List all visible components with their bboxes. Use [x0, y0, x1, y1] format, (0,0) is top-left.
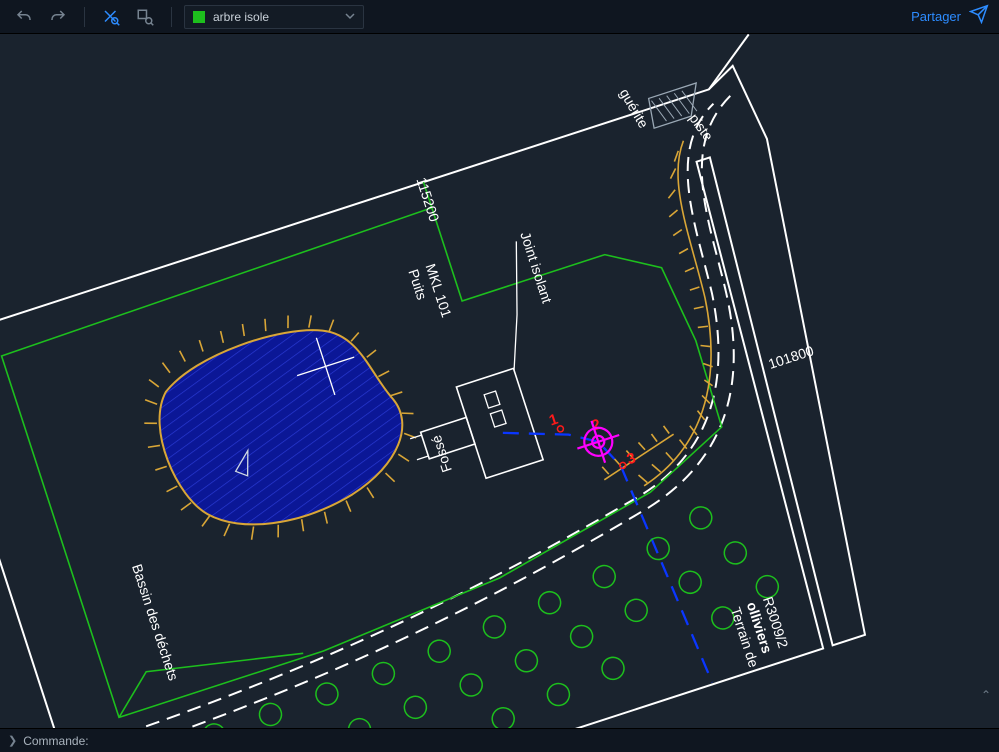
- toolbar-divider: [171, 7, 172, 27]
- label-fosse: Fossé: [428, 433, 455, 474]
- drawing-canvas[interactable]: 1 2 3: [0, 34, 999, 728]
- hatch-strip: [512, 141, 781, 497]
- marker-1: 1: [547, 410, 564, 434]
- label-guerite: guérite: [617, 86, 652, 131]
- chevron-down-icon: [345, 10, 355, 24]
- layer-color-swatch: [193, 11, 205, 23]
- label-piste: piste: [686, 110, 716, 144]
- svg-text:1: 1: [547, 411, 560, 430]
- label-bassin: Bassin des déchets: [129, 562, 182, 682]
- command-chevron-icon: ❯: [8, 734, 17, 748]
- layer-dropdown[interactable]: arbre isole: [184, 5, 364, 29]
- share-icon[interactable]: [969, 4, 989, 29]
- redo-button[interactable]: [44, 4, 72, 30]
- svg-text:2: 2: [590, 416, 603, 435]
- coord-left: 115200: [413, 175, 442, 224]
- layer-name-label: arbre isole: [213, 10, 269, 24]
- coord-right: 101800: [766, 342, 816, 372]
- command-bar: ❯ Commande:: [0, 728, 999, 752]
- zoom-window-button[interactable]: [131, 4, 159, 30]
- expand-commandline-icon[interactable]: ⌃: [981, 688, 991, 702]
- basin: [121, 282, 438, 569]
- marker-2: 2: [590, 416, 603, 435]
- zoom-extents-button[interactable]: [97, 4, 125, 30]
- command-label: Commande:: [23, 734, 88, 748]
- toolbar-divider: [84, 7, 85, 27]
- fosse-area: [362, 241, 583, 496]
- undo-button[interactable]: [10, 4, 38, 30]
- marker-3: 3: [616, 450, 638, 472]
- label-joint: Joint isolant: [517, 230, 555, 305]
- share-link[interactable]: Partager: [911, 9, 961, 24]
- command-input[interactable]: [95, 734, 991, 748]
